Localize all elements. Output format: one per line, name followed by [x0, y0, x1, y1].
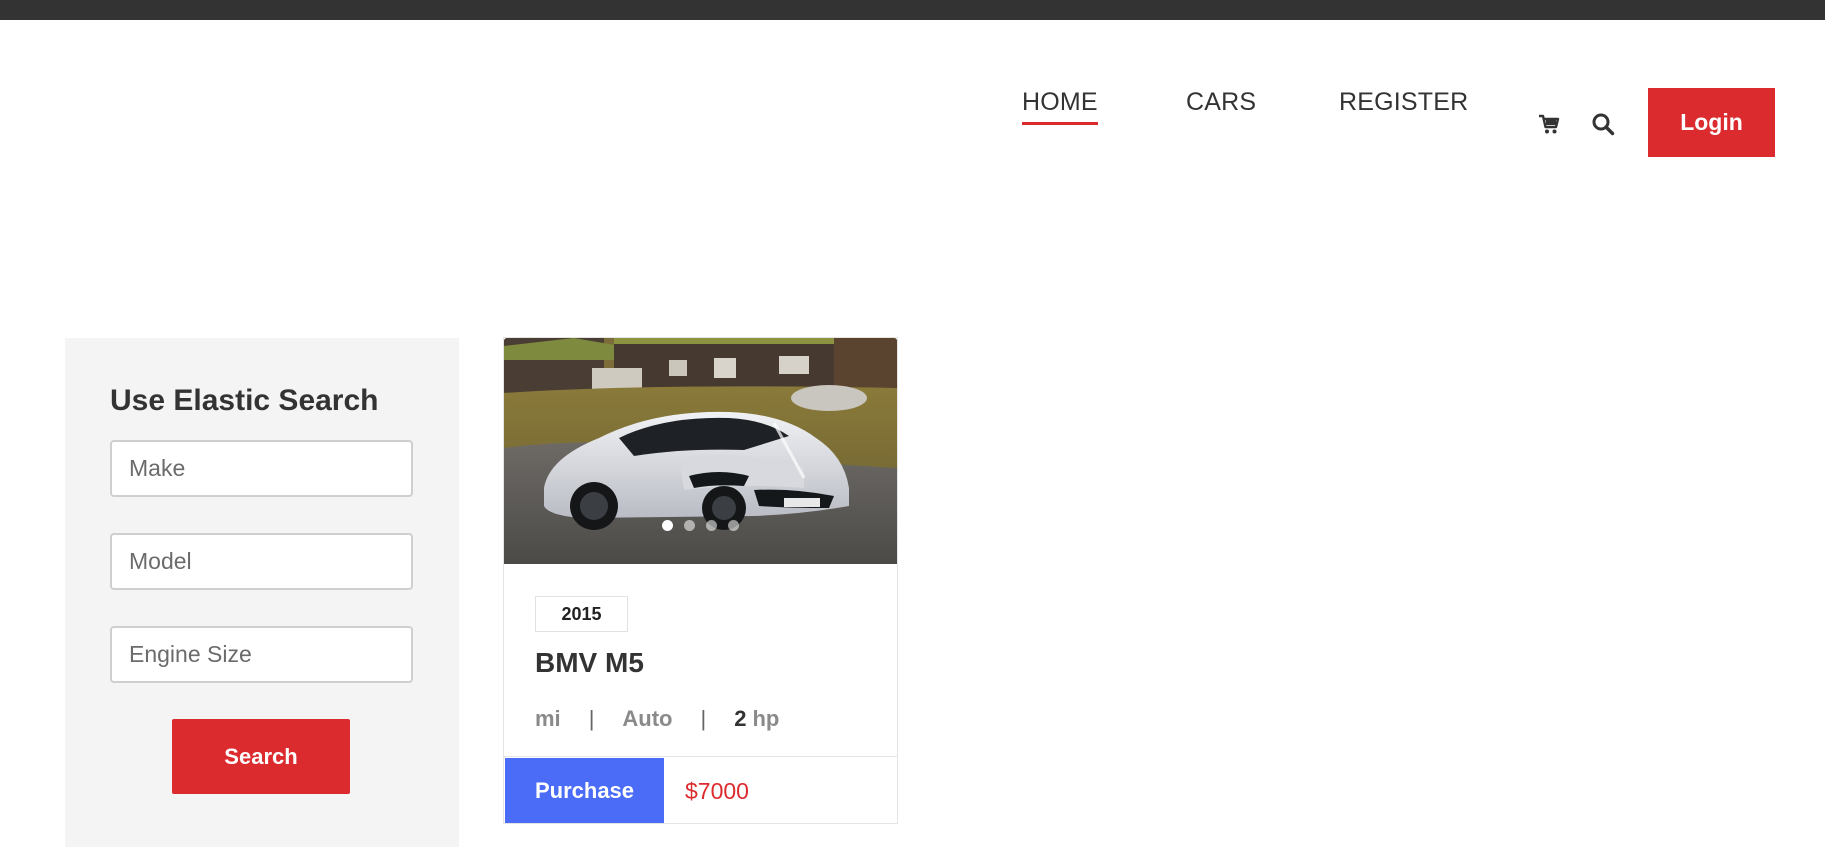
search-panel-title: Use Elastic Search [110, 384, 379, 417]
carousel-dot[interactable] [728, 520, 739, 531]
car-specs: mi | Auto | 2 hp [535, 706, 779, 732]
year-badge: 2015 [535, 596, 628, 632]
engine-size-input[interactable] [110, 626, 413, 683]
mileage-unit: mi [535, 706, 561, 731]
carousel-dot[interactable] [684, 520, 695, 531]
purchase-button[interactable]: Purchase [505, 758, 664, 823]
main-nav: HOME CARS REGISTER Login [0, 20, 1825, 157]
horsepower-value: 2 [734, 706, 747, 731]
elastic-search-panel: Use Elastic Search Search [65, 338, 459, 847]
carousel-dot[interactable] [662, 520, 673, 531]
nav-home[interactable]: HOME [1022, 88, 1098, 125]
spec-divider: | [588, 706, 595, 731]
car-card: 2015 BMV M5 mi | Auto | 2 hp Purchase $7… [503, 337, 898, 824]
carousel-dot[interactable] [706, 520, 717, 531]
login-button[interactable]: Login [1648, 88, 1775, 157]
search-button[interactable]: Search [172, 719, 350, 794]
search-icon[interactable] [1591, 112, 1615, 136]
carousel-dots [504, 520, 897, 531]
model-input[interactable] [110, 533, 413, 590]
make-input[interactable] [110, 440, 413, 497]
car-title[interactable]: BMV M5 [535, 647, 644, 679]
card-footer: Purchase $7000 [504, 756, 897, 823]
transmission: Auto [622, 706, 673, 731]
car-image-carousel[interactable] [504, 338, 897, 564]
nav-cars[interactable]: CARS [1186, 88, 1256, 117]
nav-register[interactable]: REGISTER [1339, 88, 1468, 117]
top-bar [0, 0, 1825, 20]
cart-icon[interactable] [1537, 112, 1561, 136]
spec-divider: | [700, 706, 707, 731]
price: $7000 [685, 778, 749, 804]
horsepower-unit: hp [752, 706, 780, 731]
